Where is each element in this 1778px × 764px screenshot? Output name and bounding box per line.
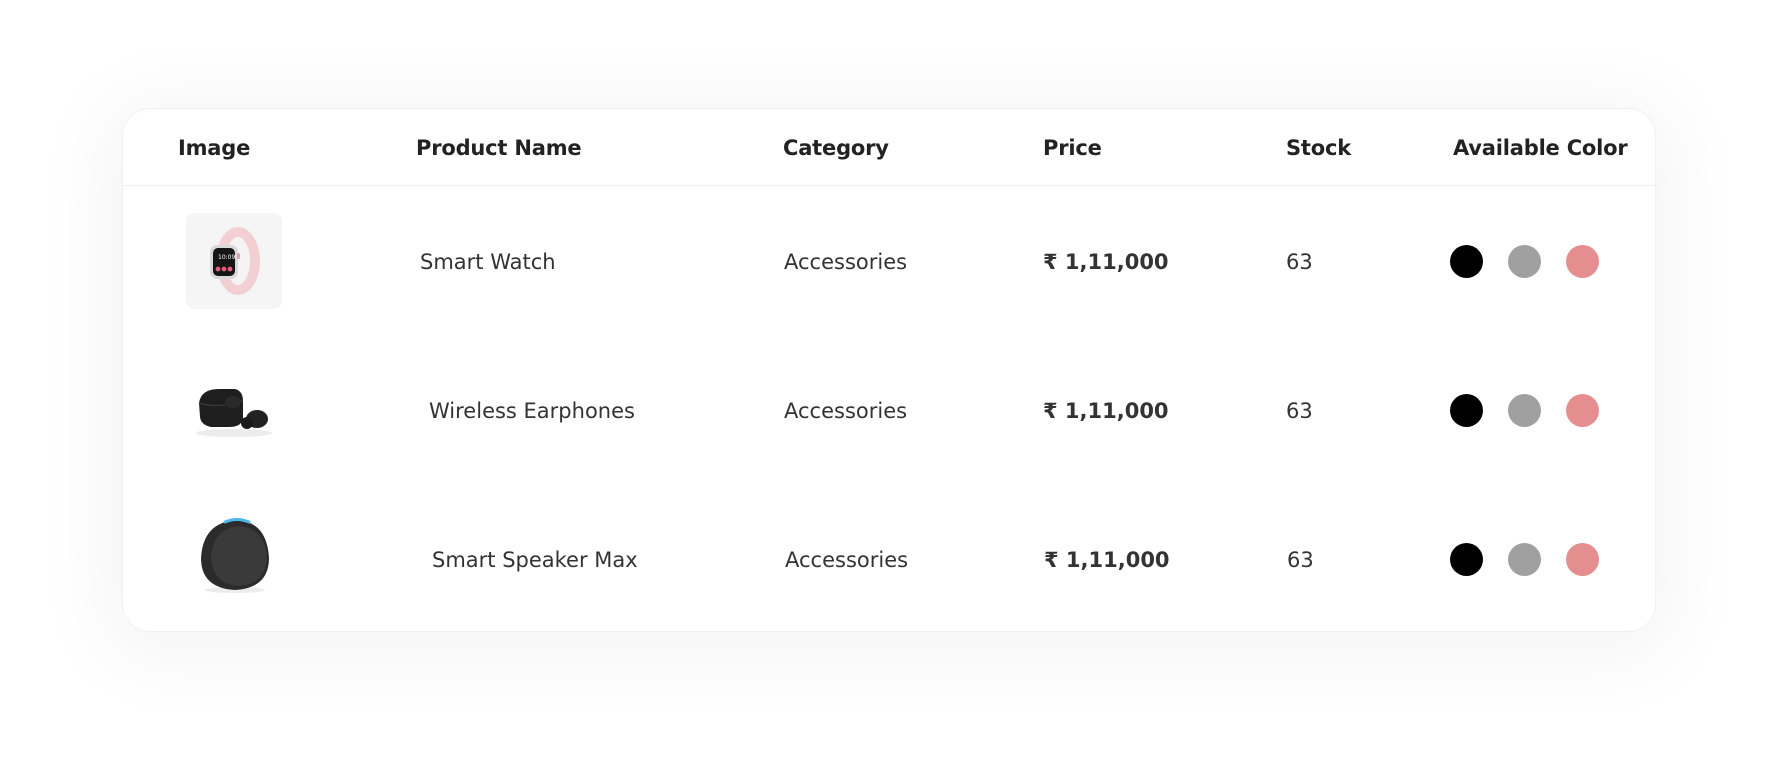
smart-speaker-image (186, 507, 282, 603)
product-stock: 63 (1286, 398, 1313, 423)
color-swatch-pink[interactable] (1566, 543, 1599, 576)
color-swatch-pink[interactable] (1566, 245, 1599, 278)
column-header-product-name[interactable]: Product Name (416, 109, 582, 186)
column-header-image[interactable]: Image (178, 109, 250, 186)
page: Image Product Name Category Price Stock … (0, 0, 1778, 764)
available-colors (1450, 485, 1599, 631)
available-colors (1450, 336, 1599, 485)
color-swatch-gray[interactable] (1508, 394, 1541, 427)
table-header: Image Product Name Category Price Stock … (123, 109, 1655, 186)
color-swatch-black[interactable] (1450, 245, 1483, 278)
color-swatch-black[interactable] (1450, 394, 1483, 427)
column-header-category[interactable]: Category (783, 109, 889, 186)
product-name: Smart Watch (420, 249, 556, 274)
column-header-price[interactable]: Price (1043, 109, 1102, 186)
product-table: Image Product Name Category Price Stock … (122, 108, 1656, 632)
product-category: Accessories (784, 398, 908, 423)
color-swatch-gray[interactable] (1508, 543, 1541, 576)
table-row[interactable]: Smart Speaker Max Accessories ₹ 1,11,000… (123, 485, 1655, 631)
column-header-stock[interactable]: Stock (1286, 109, 1351, 186)
color-swatch-pink[interactable] (1566, 394, 1599, 427)
product-name: Smart Speaker Max (432, 547, 638, 572)
color-swatch-black[interactable] (1450, 543, 1483, 576)
product-price: ₹ 1,11,000 (1044, 547, 1170, 572)
earphones-icon (196, 389, 272, 437)
available-colors (1450, 187, 1599, 336)
smart-speaker-icon (201, 518, 269, 593)
color-swatch-gray[interactable] (1508, 245, 1541, 278)
product-price: ₹ 1,11,000 (1043, 249, 1169, 274)
wireless-earphones-image (186, 362, 282, 458)
svg-text:10:09: 10:09 (218, 254, 235, 261)
product-category: Accessories (784, 249, 908, 274)
product-category: Accessories (785, 547, 909, 572)
smart-watch-image: 10:09 (186, 213, 282, 309)
table-row[interactable]: Wireless Earphones Accessories ₹ 1,11,00… (123, 336, 1655, 485)
product-stock: 63 (1287, 547, 1314, 572)
product-stock: 63 (1286, 249, 1313, 274)
product-price: ₹ 1,11,000 (1043, 398, 1169, 423)
smart-watch-icon: 10:09 (210, 227, 260, 295)
column-header-available-color[interactable]: Available Color (1453, 109, 1628, 186)
table-row[interactable]: 10:09 Smart Watch Accessories ₹ 1,11,000… (123, 187, 1655, 336)
product-name: Wireless Earphones (429, 398, 635, 423)
